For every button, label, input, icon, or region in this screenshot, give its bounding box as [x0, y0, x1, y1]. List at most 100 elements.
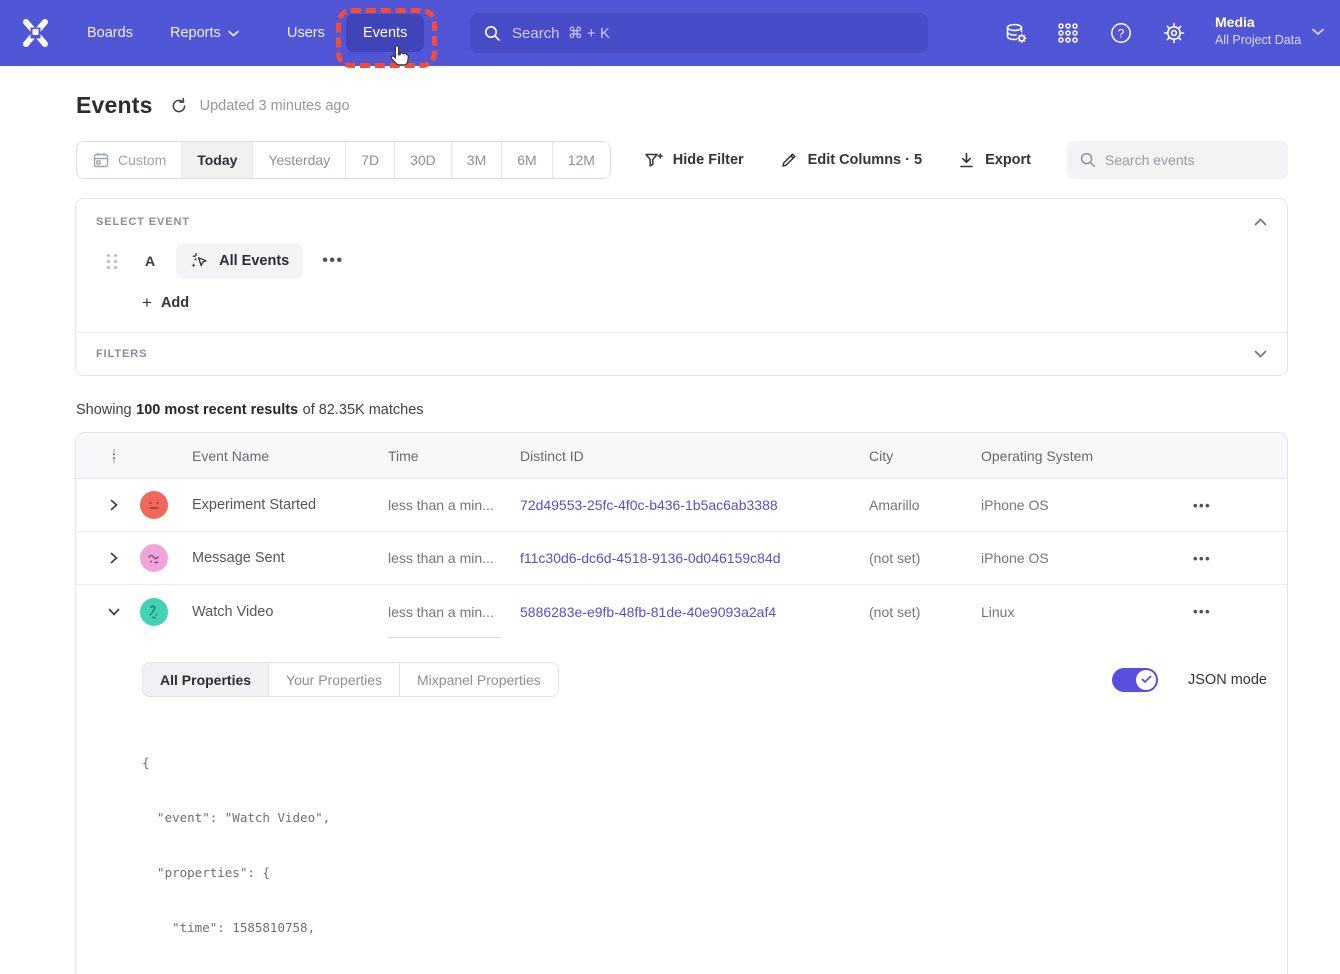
- distinct-id-link[interactable]: 5886283e-e9fb-48fb-81de-40e9093a2af4: [520, 604, 869, 620]
- event-selector-label: All Events: [219, 253, 289, 269]
- collapse-all-icon[interactable]: ↓↑: [96, 448, 132, 464]
- event-selector-chip[interactable]: All Events: [176, 243, 303, 279]
- date-range-picker: Custom Today Yesterday 7D 30D 3M 6M 12M: [76, 141, 611, 179]
- refresh-icon[interactable]: [170, 97, 188, 115]
- properties-tabs: All Properties Your Properties Mixpanel …: [142, 662, 559, 697]
- nav-item-users[interactable]: Users: [287, 0, 325, 66]
- hide-filter-button[interactable]: Hide Filter: [644, 151, 744, 169]
- tab-all-properties[interactable]: All Properties: [143, 663, 269, 696]
- apps-grid-icon[interactable]: [1056, 21, 1080, 45]
- column-header-os[interactable]: Operating System: [981, 448, 1193, 464]
- table-row: Experiment Started less than a min... 72…: [76, 479, 1287, 532]
- date-range-7d-label: 7D: [361, 152, 379, 168]
- results-summary-suffix: of 82.35K matches: [303, 402, 424, 418]
- json-line: "event": "Watch Video",: [142, 809, 1267, 827]
- filters-label: FILTERS: [96, 348, 147, 360]
- distinct-id-link[interactable]: 72d49553-25fc-4f0c-b436-1b5ac6ab3388: [520, 497, 869, 513]
- date-range-yesterday-label: Yesterday: [268, 152, 330, 168]
- event-city: Amarillo: [869, 497, 981, 513]
- date-range-yesterday[interactable]: Yesterday: [253, 142, 346, 178]
- select-event-label: SELECT EVENT: [96, 216, 190, 228]
- json-viewer: { "event": "Watch Video", "properties": …: [142, 717, 1267, 974]
- json-line: {: [142, 754, 1267, 772]
- event-name[interactable]: Experiment Started: [192, 497, 388, 513]
- column-header-event-name[interactable]: Event Name: [192, 448, 388, 464]
- event-time: less than a min...: [388, 550, 520, 566]
- expand-row-icon[interactable]: [96, 552, 132, 564]
- event-os: Linux: [981, 604, 1193, 620]
- magic-cursor-icon: [190, 251, 210, 271]
- global-search-input[interactable]: [512, 25, 914, 42]
- toolbar-actions: Hide Filter Edit Columns · 5 Export: [644, 141, 1288, 179]
- chevron-down-icon[interactable]: [1254, 350, 1267, 358]
- help-icon[interactable]: ?: [1109, 21, 1133, 45]
- date-range-30d[interactable]: 30D: [395, 142, 452, 178]
- event-row-menu[interactable]: •••: [322, 252, 343, 270]
- expand-row-icon[interactable]: [96, 499, 132, 511]
- mixpanel-logo[interactable]: [19, 17, 52, 49]
- search-events-field[interactable]: [1067, 141, 1288, 179]
- time-cell-underline: [388, 637, 501, 638]
- event-os: iPhone OS: [981, 497, 1193, 513]
- event-row-letter: A: [145, 253, 155, 269]
- date-range-custom[interactable]: Custom: [77, 142, 182, 178]
- date-range-12m[interactable]: 12M: [553, 142, 610, 178]
- collapse-row-icon[interactable]: [96, 608, 132, 616]
- add-event-label: Add: [161, 295, 189, 311]
- plus-icon: +: [142, 293, 152, 313]
- row-menu-button[interactable]: •••: [1193, 604, 1287, 619]
- filters-section[interactable]: FILTERS: [76, 332, 1287, 375]
- edit-columns-button[interactable]: Edit Columns · 5: [780, 151, 922, 169]
- nav-item-boards[interactable]: Boards: [87, 0, 133, 66]
- distinct-id-link[interactable]: f11c30d6-dc6d-4518-9136-0d046159c84d: [520, 550, 869, 566]
- row-menu-button[interactable]: •••: [1193, 551, 1287, 566]
- export-button[interactable]: Export: [958, 151, 1031, 169]
- drag-handle[interactable]: [107, 254, 118, 269]
- column-header-city[interactable]: City: [869, 448, 981, 464]
- date-range-today[interactable]: Today: [182, 142, 253, 178]
- json-mode-toggle[interactable]: [1112, 668, 1158, 692]
- tab-your-properties[interactable]: Your Properties: [269, 663, 400, 696]
- toggle-knob: [1136, 670, 1156, 690]
- results-summary-count: 100 most recent results: [136, 402, 298, 418]
- table-row: Message Sent less than a min... f11c30d6…: [76, 532, 1287, 585]
- query-builder-card: SELECT EVENT A All Events ••• +: [75, 198, 1288, 376]
- page-title: Events: [76, 92, 153, 119]
- search-icon: [1080, 152, 1096, 168]
- date-range-3m[interactable]: 3M: [452, 142, 502, 178]
- updated-timestamp: Updated 3 minutes ago: [200, 98, 350, 114]
- chevron-down-icon[interactable]: [1312, 28, 1324, 36]
- date-range-7d[interactable]: 7D: [346, 142, 395, 178]
- data-management-icon[interactable]: [1004, 21, 1028, 45]
- search-events-input[interactable]: [1105, 152, 1275, 168]
- nav-item-reports[interactable]: Reports: [170, 0, 239, 66]
- search-icon: [484, 25, 501, 42]
- date-range-30d-label: 30D: [410, 152, 436, 168]
- chevron-up-icon[interactable]: [1254, 218, 1267, 226]
- global-search[interactable]: [470, 13, 928, 53]
- nav-item-events[interactable]: Events: [346, 14, 424, 52]
- json-mode-label: JSON mode: [1188, 672, 1267, 688]
- results-summary: Showing 100 most recent results of 82.35…: [76, 402, 1288, 418]
- table-header-row: ↓↑ Event Name Time Distinct ID City Oper…: [76, 433, 1287, 479]
- nav-item-boards-label: Boards: [87, 25, 133, 41]
- column-header-distinct-id[interactable]: Distinct ID: [520, 448, 869, 464]
- row-menu-button[interactable]: •••: [1193, 498, 1287, 513]
- date-range-12m-label: 12M: [568, 152, 595, 168]
- tab-all-properties-label: All Properties: [160, 672, 251, 688]
- settings-gear-icon[interactable]: [1162, 21, 1186, 45]
- column-header-time[interactable]: Time: [388, 448, 520, 464]
- page-header: Events Updated 3 minutes ago: [76, 92, 1288, 119]
- event-avatar: [140, 544, 168, 572]
- add-event-button[interactable]: + Add: [142, 293, 189, 313]
- event-city: (not set): [869, 550, 981, 566]
- pencil-icon: [780, 151, 798, 169]
- date-range-6m[interactable]: 6M: [502, 142, 552, 178]
- tab-mixpanel-properties[interactable]: Mixpanel Properties: [400, 663, 558, 696]
- event-name[interactable]: Watch Video: [192, 604, 388, 620]
- hide-filter-label: Hide Filter: [673, 152, 744, 168]
- event-name[interactable]: Message Sent: [192, 550, 388, 566]
- nav-item-events-label: Events: [363, 25, 407, 41]
- download-icon: [958, 151, 975, 169]
- edit-columns-label: Edit Columns · 5: [808, 152, 922, 168]
